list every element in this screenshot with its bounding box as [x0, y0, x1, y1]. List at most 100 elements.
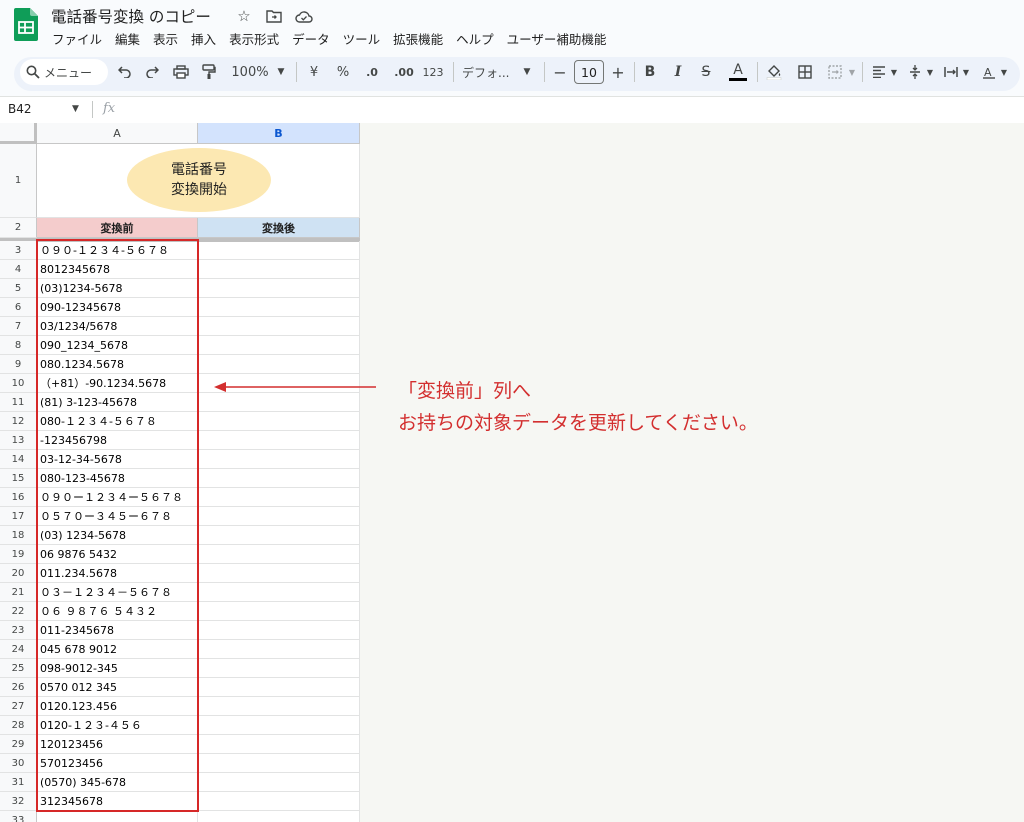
vertical-align-icon[interactable]: [906, 62, 924, 82]
cell-after[interactable]: [198, 678, 360, 697]
cell-after[interactable]: [198, 735, 360, 754]
cell-before[interactable]: 120123456: [37, 735, 198, 754]
italic-button[interactable]: I: [670, 62, 686, 82]
cell-after[interactable]: [198, 317, 360, 336]
print-icon[interactable]: [172, 62, 190, 82]
row-header[interactable]: 7: [0, 317, 37, 336]
text-rotation-icon[interactable]: A: [980, 62, 998, 82]
cell-after[interactable]: [198, 811, 360, 822]
sheets-logo-icon[interactable]: [14, 8, 38, 41]
menu-format[interactable]: 表示形式: [229, 29, 279, 48]
cell-before[interactable]: 06 9876 5432: [37, 545, 198, 564]
cell-before[interactable]: ０５７０ー３４５ー６７８: [37, 507, 198, 526]
font-family-select[interactable]: デフォ...: [462, 62, 518, 82]
cell-before[interactable]: 045 678 9012: [37, 640, 198, 659]
menu-file[interactable]: ファイル: [52, 29, 102, 48]
row-header[interactable]: 8: [0, 336, 37, 355]
paint-format-icon[interactable]: [200, 62, 218, 82]
cell-before[interactable]: 312345678: [37, 792, 198, 811]
move-folder-icon[interactable]: [263, 6, 285, 26]
menu-data[interactable]: データ: [292, 29, 330, 48]
cell-after[interactable]: [198, 507, 360, 526]
star-icon[interactable]: ☆: [233, 6, 255, 26]
cell-before[interactable]: (81) 3-123-45678: [37, 393, 198, 412]
cell-after[interactable]: [198, 716, 360, 735]
increase-font-size-button[interactable]: +: [610, 62, 626, 82]
cell-before[interactable]: 098-9012-345: [37, 659, 198, 678]
fill-color-icon[interactable]: [765, 62, 783, 82]
cell-after[interactable]: [198, 583, 360, 602]
cell-after[interactable]: [198, 526, 360, 545]
menu-view[interactable]: 表示: [153, 29, 178, 48]
cell-before[interactable]: ０６ ９８７６ ５４３２: [37, 602, 198, 621]
cell-before[interactable]: (03) 1234-5678: [37, 526, 198, 545]
merge-cells-icon[interactable]: [826, 62, 844, 82]
cell-before[interactable]: 080-123-45678: [37, 469, 198, 488]
row-header[interactable]: 24: [0, 640, 37, 659]
cell-after[interactable]: [198, 621, 360, 640]
cell-before[interactable]: 011-2345678: [37, 621, 198, 640]
merge-chevron-down-icon[interactable]: ▼: [848, 62, 856, 82]
cell-after[interactable]: [198, 469, 360, 488]
cell-before[interactable]: (0570) 345-678: [37, 773, 198, 792]
cell-before[interactable]: [37, 811, 198, 822]
font-chevron-down-icon[interactable]: ▼: [522, 62, 532, 82]
row-header[interactable]: 13: [0, 431, 37, 450]
row-header[interactable]: 18: [0, 526, 37, 545]
cell-before[interactable]: 090_1234_5678: [37, 336, 198, 355]
column-header-b[interactable]: B: [198, 123, 360, 144]
cell-after[interactable]: [198, 355, 360, 374]
cell-before[interactable]: ０３－１２３４－５６７８: [37, 583, 198, 602]
row-header[interactable]: 3: [0, 241, 37, 260]
cell-before[interactable]: 0570 012 345: [37, 678, 198, 697]
cell-before[interactable]: 080-１２３４-５６７８: [37, 412, 198, 431]
document-title[interactable]: 電話番号変換 のコピー: [51, 5, 211, 27]
row-header-2[interactable]: 2: [0, 218, 37, 238]
borders-icon[interactable]: [796, 62, 814, 82]
cell-before[interactable]: （+81）-90.1234.5678: [37, 374, 198, 393]
decrease-decimal-button[interactable]: .0: [360, 62, 384, 82]
menu-extensions[interactable]: 拡張機能: [393, 29, 443, 48]
cell-before[interactable]: 090-12345678: [37, 298, 198, 317]
increase-decimal-button[interactable]: .00: [390, 62, 418, 82]
cell-after[interactable]: [198, 602, 360, 621]
bold-button[interactable]: B: [642, 62, 658, 82]
cell-after[interactable]: [198, 564, 360, 583]
header-after[interactable]: 変換後: [198, 218, 360, 238]
row-header[interactable]: 15: [0, 469, 37, 488]
horizontal-align-icon[interactable]: [870, 62, 888, 82]
cell-before[interactable]: 03-12-34-5678: [37, 450, 198, 469]
menu-help[interactable]: ヘルプ: [456, 29, 494, 48]
row-header[interactable]: 14: [0, 450, 37, 469]
menu-edit[interactable]: 編集: [115, 29, 140, 48]
row-header[interactable]: 17: [0, 507, 37, 526]
currency-format-button[interactable]: ¥: [306, 62, 322, 82]
cell-before[interactable]: 0120.123.456: [37, 697, 198, 716]
cell-after[interactable]: [198, 754, 360, 773]
cloud-status-icon[interactable]: [293, 6, 315, 26]
menu-accessibility[interactable]: ユーザー補助機能: [507, 29, 607, 48]
row-header-1[interactable]: 1: [0, 144, 37, 218]
cell-before[interactable]: -123456798: [37, 431, 198, 450]
row-header[interactable]: 22: [0, 602, 37, 621]
cell-after[interactable]: [198, 659, 360, 678]
row-header[interactable]: 27: [0, 697, 37, 716]
cell-after[interactable]: [198, 431, 360, 450]
align-chevron-down-icon[interactable]: ▼: [890, 62, 898, 82]
convert-start-button[interactable]: 電話番号 変換開始: [127, 148, 271, 212]
zoom-select[interactable]: 100%: [230, 62, 270, 82]
rotation-chevron-down-icon[interactable]: ▼: [1000, 62, 1008, 82]
cell-before[interactable]: 011.234.5678: [37, 564, 198, 583]
header-before[interactable]: 変換前: [37, 218, 198, 238]
cell-after[interactable]: [198, 336, 360, 355]
strikethrough-button[interactable]: S: [698, 62, 714, 82]
row-header[interactable]: 26: [0, 678, 37, 697]
row-header[interactable]: 19: [0, 545, 37, 564]
cell-before[interactable]: ０９０-１２３４-５６７８: [37, 241, 198, 260]
cell-after[interactable]: [198, 545, 360, 564]
row-header[interactable]: 6: [0, 298, 37, 317]
cell-after[interactable]: [198, 412, 360, 431]
row-header[interactable]: 32: [0, 792, 37, 811]
row-header[interactable]: 10: [0, 374, 37, 393]
row-header[interactable]: 4: [0, 260, 37, 279]
